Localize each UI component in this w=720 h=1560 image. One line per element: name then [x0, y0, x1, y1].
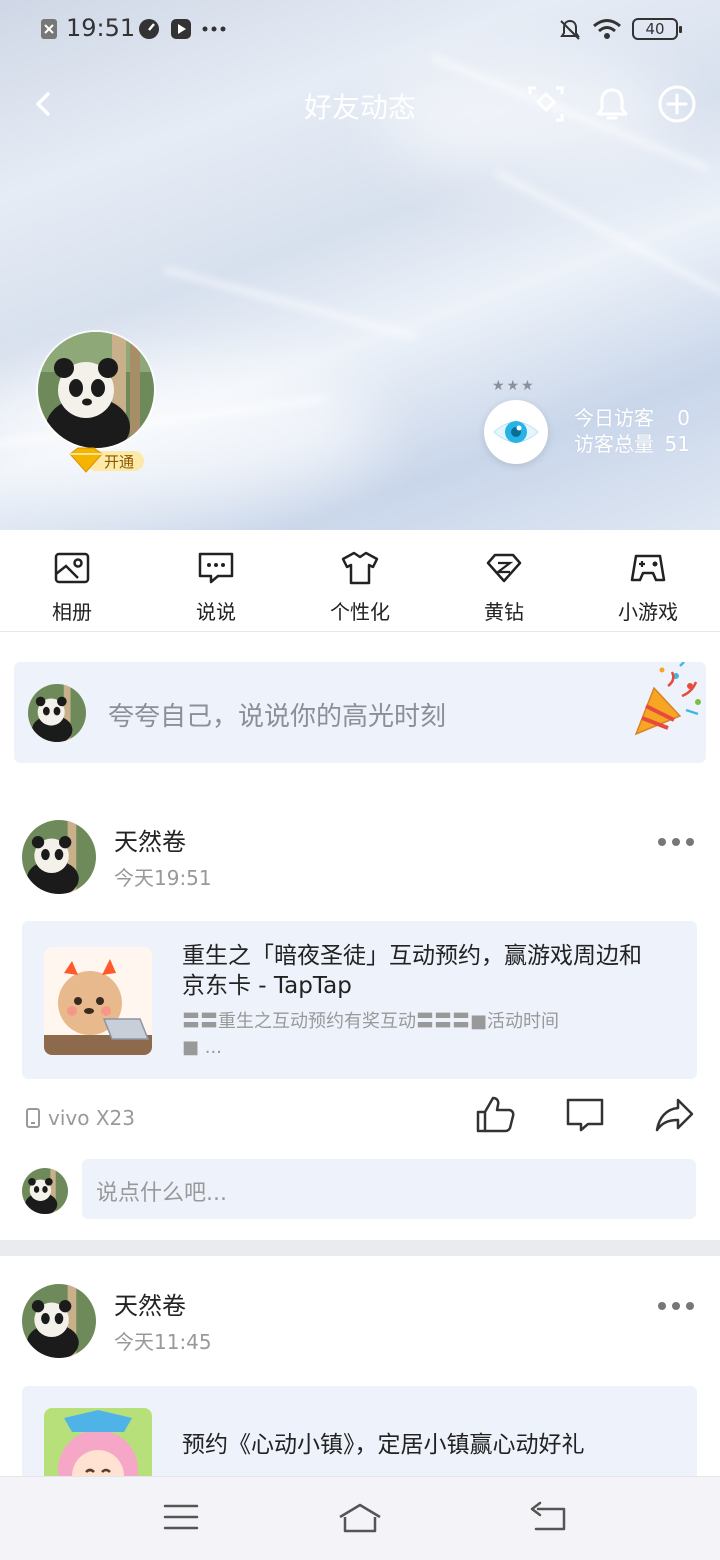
- composer-placeholder: 夸夸自己，说说你的高光时刻: [108, 702, 447, 732]
- qzone-friend-feed-screen: 19:51 40 好友动态 开通 ★★★ 今日访客 0 访客总量 51 相册 说…: [0, 0, 720, 1560]
- phone-icon: [26, 1108, 40, 1128]
- gamepad-icon: [630, 554, 666, 582]
- panda-avatar-image: [28, 684, 86, 742]
- shared-link-card[interactable]: 重生之「暗夜圣徒」互动预约，赢游戏周边和京东卡 - TapTap 〓〓重生之互动…: [22, 921, 697, 1079]
- status-time: 19:51: [66, 14, 136, 42]
- menu-icon[interactable]: [162, 1501, 200, 1533]
- vip-open-label: 开通: [104, 453, 135, 471]
- comment-input[interactable]: 说点什么吧...: [82, 1159, 696, 1219]
- cartoon-girl-image: [44, 1408, 152, 1476]
- chat-bubble-icon: [198, 552, 234, 584]
- cartoon-bear-image: [44, 947, 152, 1055]
- link-thumbnail: [44, 947, 152, 1055]
- panda-avatar-image: [22, 820, 96, 894]
- like-icon[interactable]: [474, 1094, 516, 1134]
- post-device: vivo X23: [26, 1106, 135, 1130]
- link-description: 〓〓重生之互动预约有奖互动〓〓〓■活动时间■ ...: [182, 1011, 560, 1058]
- panda-avatar-image: [22, 1168, 68, 1214]
- menu-item-yellow-diamond[interactable]: 黄钻: [432, 530, 576, 631]
- menu-label-shuoshuo: 说说: [196, 600, 236, 624]
- visitor-stars-decoration: ★★★: [492, 378, 536, 394]
- menu-item-album[interactable]: 相册: [0, 530, 144, 631]
- eye-icon: [493, 421, 539, 443]
- menu-label-yellow-diamond: 黄钻: [484, 600, 524, 624]
- sparkle-diamond-icon[interactable]: [524, 82, 568, 126]
- bell-icon[interactable]: [590, 82, 634, 126]
- today-visitors-label: 今日访客: [574, 406, 654, 430]
- more-options-icon[interactable]: [656, 836, 696, 848]
- share-icon[interactable]: [654, 1094, 696, 1134]
- total-visitors-value: 51: [664, 432, 690, 456]
- post-author-name[interactable]: 天然卷: [114, 1286, 186, 1321]
- today-visitors-value: 0: [677, 406, 690, 430]
- post-author-name[interactable]: 天然卷: [114, 822, 186, 857]
- system-navigation-bar: [0, 1476, 720, 1560]
- panda-avatar-image: [38, 332, 154, 448]
- comment-icon[interactable]: [564, 1094, 606, 1134]
- party-popper-icon: [634, 662, 701, 736]
- more-options-icon[interactable]: [656, 1300, 696, 1312]
- back-icon[interactable]: [528, 1501, 568, 1533]
- panda-avatar-image: [22, 1284, 96, 1358]
- link-title: 重生之「暗夜圣徒」互动预约，赢游戏周边和京东卡 - TapTap: [182, 943, 642, 999]
- speedometer-icon: [139, 19, 159, 39]
- quick-menu: 相册 说说 个性化 黄钻 小游戏: [0, 530, 720, 632]
- feed-post: 天然卷 今天11:45 预约《心动小镇》，定居小镇赢心动好礼: [0, 1256, 720, 1476]
- menu-item-personalize[interactable]: 个性化: [288, 530, 432, 631]
- profile-avatar[interactable]: [36, 330, 156, 450]
- tshirt-icon: [341, 551, 379, 585]
- comment-placeholder: 说点什么吧...: [96, 1181, 227, 1206]
- post-time: 今天19:51: [114, 866, 212, 890]
- composer-avatar: [28, 684, 86, 742]
- menu-item-shuoshuo[interactable]: 说说: [144, 530, 288, 631]
- menu-item-mini-games[interactable]: 小游戏: [576, 530, 720, 631]
- album-icon: [54, 552, 90, 584]
- feed-post: 天然卷 今天19:51 重生之「暗夜圣徒」互动预约，赢游戏周边和京东卡 - Ta…: [0, 790, 720, 1240]
- menu-label-mini-games: 小游戏: [618, 600, 678, 624]
- media-play-icon: [171, 19, 191, 39]
- post-time: 今天11:45: [114, 1330, 212, 1354]
- bell-muted-icon: [560, 19, 580, 40]
- sim-icon: [41, 19, 57, 39]
- post-author-avatar[interactable]: [22, 820, 96, 894]
- link-thumbnail: [44, 1408, 152, 1476]
- comment-user-avatar: [22, 1168, 68, 1214]
- post-divider: [0, 1240, 720, 1256]
- post-device-name: vivo X23: [48, 1106, 135, 1130]
- total-visitors-label: 访客总量: [574, 432, 654, 456]
- more-status-icon: [202, 26, 226, 32]
- post-author-avatar[interactable]: [22, 1284, 96, 1358]
- status-bar: 19:51 40: [0, 0, 720, 60]
- visitor-stats[interactable]: 今日访客 0 访客总量 51: [574, 405, 690, 457]
- add-circle-icon[interactable]: [655, 82, 699, 126]
- link-title: 预约《心动小镇》，定居小镇赢心动好礼: [182, 1432, 585, 1458]
- menu-label-album: 相册: [52, 600, 92, 624]
- status-composer[interactable]: 夸夸自己，说说你的高光时刻: [14, 662, 706, 763]
- top-nav-bar: 好友动态: [0, 70, 720, 134]
- home-icon[interactable]: [336, 1501, 384, 1535]
- battery-indicator: 40: [632, 18, 682, 40]
- diamond-icon: [486, 553, 522, 583]
- cover-background[interactable]: 19:51 40 好友动态 开通 ★★★ 今日访客 0 访客总量 51: [0, 0, 720, 530]
- menu-label-personalize: 个性化: [330, 600, 390, 624]
- shared-link-card[interactable]: 预约《心动小镇》，定居小镇赢心动好礼: [22, 1386, 697, 1476]
- visitor-button[interactable]: [484, 400, 548, 464]
- wifi-icon: [593, 19, 621, 39]
